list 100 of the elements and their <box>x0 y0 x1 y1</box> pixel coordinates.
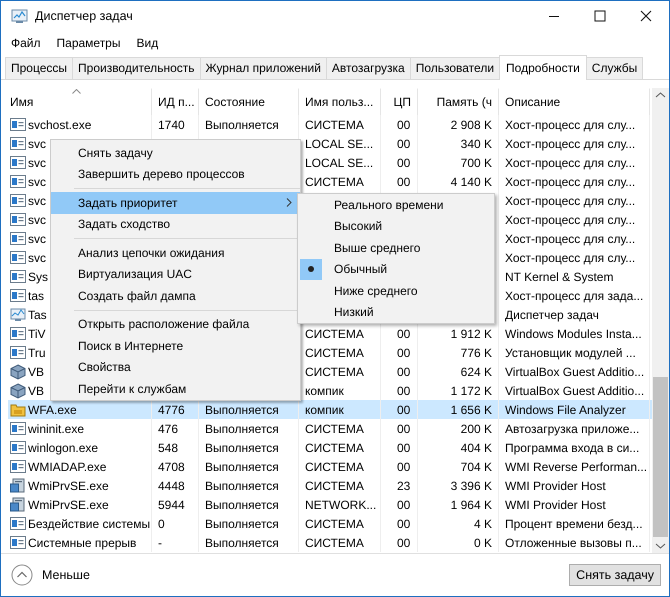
table-cell: 1 912 K <box>450 326 492 340</box>
table-cell: 5944 <box>158 498 185 512</box>
table-cell: TiV <box>28 326 46 340</box>
window-icon <box>10 420 26 436</box>
table-row[interactable]: Системные прерыв - Выполняется СИСТЕМА 00 0 K Отложенные вызовы п... <box>8 533 652 552</box>
menu-item[interactable]: Низкий <box>298 302 494 323</box>
table-cell: svc <box>28 136 46 150</box>
cube-icon <box>10 382 26 398</box>
table-row[interactable]: winlogon.exe 548 Выполняется СИСТЕМА 00 404 K Программа входа в си... <box>8 438 652 457</box>
menu-item[interactable]: Выше среднего <box>298 237 494 258</box>
menu-item[interactable]: Реального времени <box>298 194 494 216</box>
table-cell: компик <box>305 402 344 416</box>
table-row[interactable]: WMIADAP.exe 4708 Выполняется СИСТЕМА 00 704 K WMI Reverse Performan... <box>8 457 652 476</box>
table-cell: WmiPrvSE.exe <box>28 498 109 512</box>
scrollbar[interactable] <box>652 88 669 553</box>
end-task-button[interactable]: Снять задачу <box>569 564 661 586</box>
menu-item[interactable]: Виртуализация UAC <box>51 264 300 285</box>
table-cell: 200 K <box>460 422 492 436</box>
table-cell: tas <box>28 288 44 302</box>
table-row[interactable]: WmiPrvSE.exe 4448 Выполняется СИСТЕМА 23 3 396 K WMI Provider Host <box>8 476 652 495</box>
table-cell: Диспетчер задач <box>505 308 599 322</box>
table-row[interactable]: wininit.exe 476 Выполняется СИСТЕМА 00 200 K Автозагрузка приложе... <box>8 419 652 438</box>
table-cell: Выполняется <box>205 516 279 530</box>
tab[interactable]: Процессы <box>5 57 74 79</box>
table-cell: Системные прерыв <box>28 536 136 550</box>
table-cell: 0 K <box>474 536 492 550</box>
fewer-details-button[interactable]: Меньше <box>11 564 90 586</box>
table-cell: 00 <box>397 402 410 416</box>
table-cell: Выполняется <box>205 460 279 474</box>
column-header[interactable]: Имя <box>8 88 152 115</box>
table-row[interactable]: Бездействие системы 0 Выполняется СИСТЕМА 00 4 K Процент времени безд... <box>8 514 652 533</box>
radio-dot-icon <box>308 266 314 272</box>
menu-item[interactable]: Задать сходство <box>51 214 300 235</box>
table-cell: 00 <box>397 422 410 436</box>
table-cell: svc <box>28 250 46 264</box>
column-header[interactable]: Описание <box>499 88 650 115</box>
table-cell: NT Kernel & System <box>505 270 614 284</box>
table-cell: СИСТЕМА <box>305 516 364 530</box>
menu-item[interactable]: Перейти к службам <box>51 378 300 400</box>
menu-item[interactable]: Ниже среднего <box>298 280 494 302</box>
column-header[interactable]: Имя польз... <box>299 88 381 115</box>
window-icon <box>10 192 26 208</box>
menu-item[interactable]: Задать приоритет <box>51 192 300 214</box>
table-cell: 1 172 K <box>450 384 492 398</box>
table-cell: svc <box>28 212 46 226</box>
table-cell: 476 <box>158 422 178 436</box>
table-cell: WMI Reverse Performan... <box>505 460 648 474</box>
table-cell: Tru <box>28 346 46 360</box>
table-cell: NETWORK... <box>305 498 376 512</box>
table-cell: Процент времени безд... <box>505 516 643 530</box>
menu-item[interactable]: Обычный <box>298 258 494 280</box>
tab[interactable]: Автозагрузка <box>326 57 411 79</box>
table-cell: 00 <box>397 384 410 398</box>
table-cell: Выполняется <box>205 536 279 550</box>
table-cell: СИСТЕМА <box>305 478 364 492</box>
window-icon <box>10 212 26 228</box>
window-icon <box>10 458 26 474</box>
column-header[interactable]: ИД п... <box>152 88 199 115</box>
menu-item[interactable]: Анализ цепочки ожидания <box>51 242 300 264</box>
monitor-icon <box>11 8 29 24</box>
table-cell: Выполняется <box>205 498 279 512</box>
table-cell: Программа входа в си... <box>505 440 640 454</box>
tab[interactable]: Журнал приложений <box>200 57 327 79</box>
tab[interactable]: Подробности <box>499 55 587 80</box>
table-cell: wininit.exe <box>28 422 84 436</box>
menu-item[interactable]: Создать файл дампа <box>51 285 300 306</box>
table-cell: WFA.exe <box>28 402 77 416</box>
menu-item[interactable]: Высокий <box>298 216 494 237</box>
table-row[interactable]: WmiPrvSE.exe 5944 Выполняется NETWORK... 00 1 964 K WMI Provider Host <box>8 495 652 514</box>
scrollbar-thumb[interactable] <box>653 377 668 537</box>
window-icon <box>10 326 26 342</box>
table-cell: Хост-процесс для слу... <box>505 174 636 188</box>
table-row[interactable]: svchost.exe 1740 Выполняется СИСТЕМА 00 2 908 K Хост-процесс для слу... <box>8 115 652 134</box>
table-cell: VirtualBox Guest Additio... <box>505 384 644 398</box>
table-cell: Выполняется <box>205 440 279 454</box>
table-cell: компик <box>305 384 344 398</box>
window-icon <box>10 230 26 246</box>
table-cell: 00 <box>397 364 410 378</box>
column-header[interactable]: Состояние <box>199 88 299 115</box>
window-title: Диспетчер задач <box>35 9 133 23</box>
table-cell: Хост-процесс для слу... <box>505 250 636 264</box>
column-header[interactable]: Память (ч <box>418 88 499 115</box>
table-cell: Хост-процесс для слу... <box>505 194 636 208</box>
table-cell: 4448 <box>158 478 185 492</box>
table-cell: 00 <box>397 516 410 530</box>
tab[interactable]: Пользователи <box>410 57 500 79</box>
table-row[interactable]: WFA.exe 4776 Выполняется компик 00 1 656 K Windows File Analyzer <box>8 400 652 419</box>
table-cell: 704 K <box>460 460 492 474</box>
menu-item[interactable]: Вид <box>128 36 166 50</box>
window-icon <box>10 534 26 550</box>
menu-item[interactable]: Параметры <box>48 36 128 50</box>
tab[interactable]: Производительность <box>72 57 200 79</box>
column-header[interactable]: ЦП <box>381 88 418 115</box>
table-cell: Хост-процесс для слу... <box>505 232 636 246</box>
table-cell: СИСТЕМА <box>305 346 364 360</box>
menu-item[interactable]: Файл <box>3 36 49 50</box>
window-icon <box>10 516 26 532</box>
tab[interactable]: Службы <box>586 57 644 79</box>
table-cell: СИСТЕМА <box>305 364 364 378</box>
table-cell: Windows Modules Insta... <box>505 326 642 340</box>
